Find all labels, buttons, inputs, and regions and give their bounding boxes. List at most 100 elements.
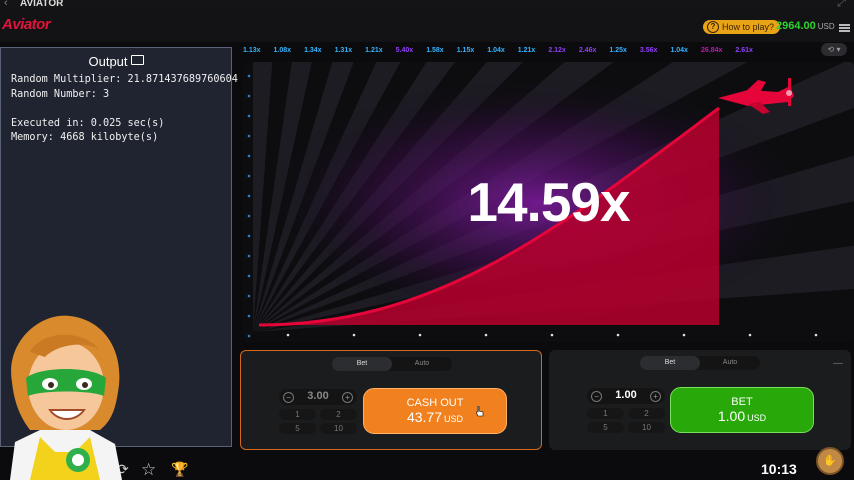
quick-amount-button[interactable]: 1 [587, 408, 624, 419]
x-axis-dot [352, 333, 356, 337]
game-header: Aviator ? How to play? 2964.00 USD [0, 10, 854, 42]
y-axis-dot [247, 134, 251, 138]
plus-icon[interactable]: + [650, 391, 661, 402]
y-axis-dot [247, 234, 251, 238]
y-axis-dot [247, 154, 251, 158]
quick-amount-button[interactable]: 10 [320, 423, 357, 434]
tab-bet[interactable]: Bet [332, 357, 392, 371]
history-multiplier: 1.04x [670, 46, 688, 54]
y-axis-dot [247, 294, 251, 298]
tab-bet[interactable]: Bet [640, 356, 700, 370]
balance-currency: USD [817, 22, 835, 31]
x-axis-dot [286, 333, 290, 337]
window-topbar: ‹ AVIATOR ⤢ [0, 0, 854, 10]
history-multiplier: 1.21x [517, 46, 536, 54]
plus-icon[interactable]: + [342, 392, 353, 403]
hand-cursor-icon [476, 406, 484, 417]
history-multiplier: 2.12x [548, 46, 566, 54]
quick-amount-button[interactable]: 2 [320, 409, 357, 420]
bet-button-label: BET [731, 396, 753, 408]
bet-tabs-right: Bet Auto [640, 356, 760, 370]
chevron-left-icon[interactable]: ‹ [4, 0, 8, 9]
y-axis-dot [247, 74, 251, 78]
how-to-play-button[interactable]: ? How to play? [703, 20, 781, 34]
amount-stepper-left[interactable]: − 3.00 + [279, 389, 357, 405]
question-icon: ? [707, 21, 719, 33]
x-axis-dot [814, 333, 818, 337]
history-multiplier: 1.31x [334, 46, 353, 54]
y-axis-dot [247, 274, 251, 278]
history-multiplier: 1.34x [304, 46, 322, 54]
y-axis-dot [247, 254, 251, 258]
history-multiplier: 1.13x [243, 46, 261, 54]
history-multiplier: 1.58x [426, 46, 444, 54]
history-multiplier: 3.56x [639, 46, 658, 54]
output-title: Output [88, 54, 128, 69]
balance-amount: 2964.00 [776, 20, 816, 32]
x-axis-dot [616, 333, 620, 337]
quick-amount-button[interactable]: 5 [279, 423, 316, 434]
clock: 10:13 [761, 461, 797, 477]
history-multiplier: 2.46x [578, 46, 597, 54]
history-multiplier: 1.08x [273, 46, 292, 54]
output-line: Random Number: 3 [11, 88, 110, 100]
output-line: Executed in: 0.025 sec(s) [11, 117, 165, 129]
x-axis-dot [748, 333, 752, 337]
x-axis-dot [550, 333, 554, 337]
output-lines: Random Multiplier: 21.871437689760604 Ran… [11, 73, 238, 146]
hamburger-menu-icon[interactable] [839, 24, 850, 32]
cash-out-currency: USD [444, 414, 464, 424]
amount-stepper-right[interactable]: − 1.00 + [587, 388, 665, 404]
x-axis-dot [484, 333, 488, 337]
bet-panel-left: Bet Auto − 3.00 + 1 2 5 10 CASH OUT 43.77 US… [240, 350, 542, 450]
history-multiplier: 1.04x [487, 46, 505, 54]
multiplier-history: 1.13x 1.08x 1.34x 1.31x 1.21x 5.40x 1.58x 1.15x… [243, 42, 854, 58]
game-canvas: 14.59x [243, 62, 854, 342]
star-icon[interactable]: ☆ [141, 461, 156, 478]
y-axis-dot [247, 114, 251, 118]
chat-chip-icon[interactable]: ✋ [816, 447, 844, 475]
bet-button[interactable]: BET 1.00 USD [670, 387, 814, 433]
x-axis-dot [682, 333, 686, 337]
history-multiplier: 26.84x [700, 46, 723, 54]
y-axis-dot [247, 94, 251, 98]
history-multiplier: 1.25x [609, 46, 627, 54]
more-options-icon[interactable]: — [833, 358, 843, 369]
quick-amount-button[interactable]: 5 [587, 422, 624, 433]
history-toggle-button[interactable]: ⟲ ▾ [821, 43, 847, 56]
bet-button-amount: 1.00 [717, 408, 746, 424]
output-line: Random Multiplier: 21.871437689760604 [11, 74, 238, 85]
how-to-play-label: How to play? [722, 22, 775, 32]
history-multiplier: 1.15x [456, 46, 475, 54]
monitor-icon [130, 55, 144, 65]
balance-display: 2964.00 USD [776, 20, 835, 32]
expand-icon[interactable]: ⤢ [837, 0, 846, 10]
tab-auto[interactable]: Auto [700, 356, 760, 370]
bet-button-currency: USD [747, 413, 767, 423]
current-multiplier: 14.59x [467, 171, 630, 233]
cash-out-label: CASH OUT [406, 397, 464, 409]
cash-out-amount: 43.77 [406, 409, 443, 425]
history-multiplier: 1.21x [365, 46, 383, 54]
trophy-icon[interactable]: 🏆 [171, 462, 188, 476]
aviator-logo: Aviator [2, 16, 51, 33]
bet-tabs-left: Bet Auto [332, 357, 452, 371]
history-multiplier: 2.61x [735, 46, 753, 54]
x-axis-dot [418, 333, 422, 337]
bet-panel-right: Bet Auto − 1.00 + 1 2 5 10 BET 1.00 USD — [549, 350, 851, 450]
window-title: AVIATOR [20, 0, 64, 9]
output-line: Memory: 4668 kilobyte(s) [11, 132, 159, 143]
mascot-avatar [10, 315, 122, 480]
cash-out-button[interactable]: CASH OUT 43.77 USD [363, 388, 507, 434]
quick-amounts-right: 1 2 5 10 [587, 408, 665, 433]
history-multiplier: 5.40x [395, 46, 414, 54]
tab-auto[interactable]: Auto [392, 357, 452, 371]
quick-amount-button[interactable]: 2 [628, 408, 665, 419]
quick-amounts-left: 1 2 5 10 [279, 409, 357, 434]
output-header: Output [1, 54, 231, 69]
quick-amount-button[interactable]: 1 [279, 409, 316, 420]
quick-amount-button[interactable]: 10 [628, 422, 665, 433]
y-axis-dot [247, 314, 251, 318]
y-axis-dot [247, 334, 251, 338]
